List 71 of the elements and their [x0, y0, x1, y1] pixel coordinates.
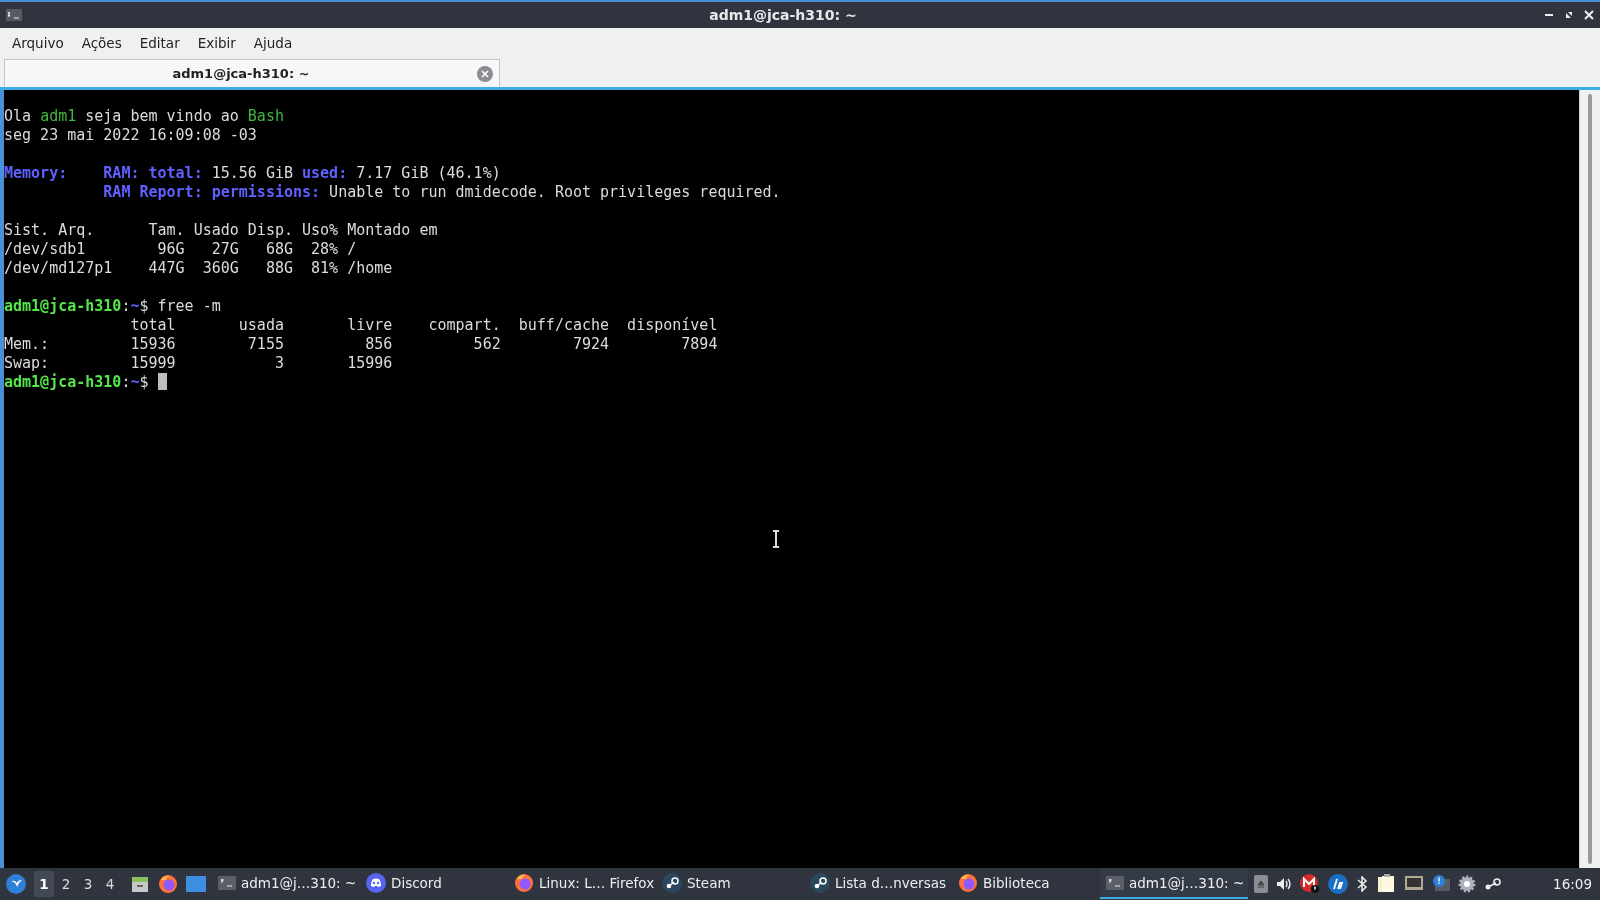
- terminal-text: Ola: [4, 107, 33, 125]
- gear-icon[interactable]: [1458, 875, 1476, 893]
- menu-item[interactable]: Exibir: [189, 31, 244, 54]
- firefox-icon[interactable]: [158, 874, 178, 894]
- terminal-text: adm1@jca-h310: [4, 373, 122, 391]
- taskbar-button[interactable]: Linux: L… Firefox: [508, 869, 656, 899]
- taskbar-button[interactable]: Biblioteca: [952, 869, 1100, 899]
- terminal-text: Swap: 15999 3 15996: [4, 354, 393, 372]
- taskbar-button[interactable]: Discord: [360, 869, 508, 899]
- terminal-text: $ free -m: [139, 297, 221, 315]
- terminal-text: 15.56 GiB: [210, 164, 294, 182]
- terminal-text: /dev/sdb1 96G 27G 68G 28% /: [4, 240, 357, 258]
- steam-icon: [662, 873, 682, 893]
- scrollbar[interactable]: [1579, 90, 1600, 868]
- terminal-icon: [6, 9, 22, 21]
- terminal-text: Mem.: 15936 7155 856 562 7924 7894: [4, 335, 718, 353]
- terminal-text: adm1: [40, 107, 77, 125]
- terminal-text: ~: [130, 373, 140, 391]
- workspace-button[interactable]: 2: [56, 871, 76, 897]
- terminal-text: $: [139, 373, 149, 391]
- terminal-text: /dev/md127p1 447G 360G 88G 81% /home: [4, 259, 393, 277]
- terminal-text: Memory:: [4, 164, 68, 182]
- terminal-text: RAM Report: permissions:: [102, 183, 321, 201]
- terminal-text: Bash: [247, 107, 284, 125]
- steam-icon: [810, 873, 830, 893]
- taskbar-button[interactable]: Steam: [656, 869, 804, 899]
- terminal-cursor: [157, 373, 167, 390]
- terminal-text: Sist. Arq. Tam. Usado Disp. Uso% Montado em: [4, 221, 438, 239]
- discord-icon: [366, 873, 386, 893]
- bluetooth-icon[interactable]: [1356, 876, 1368, 892]
- monitor-icon[interactable]: [1404, 875, 1424, 893]
- mail-notification-icon[interactable]: [1300, 874, 1320, 894]
- window-icon[interactable]: [186, 875, 206, 893]
- text-cursor-icon: [772, 530, 780, 548]
- volume-icon[interactable]: [1276, 876, 1292, 892]
- menu-item[interactable]: Ações: [73, 31, 130, 54]
- terminal-text: 7.17 GiB (46.1%): [355, 164, 501, 182]
- terminal-text: ~: [130, 297, 140, 315]
- tab[interactable]: adm1@jca-h310: ~: [4, 59, 500, 87]
- taskbar-button[interactable]: adm1@j…310: ~: [212, 869, 360, 899]
- terminal-text: used:: [302, 164, 348, 182]
- taskbar-button[interactable]: adm1@j…310: ~: [1100, 869, 1248, 899]
- workspace-button[interactable]: 1: [34, 871, 54, 897]
- terminal-icon: [1106, 876, 1124, 890]
- taskbar-button[interactable]: Lista d…nversas: [804, 869, 952, 899]
- terminal-text: Unable to run dmidecode. Root privileges required.: [328, 183, 781, 201]
- clock[interactable]: 16:09: [1553, 876, 1592, 892]
- link-icon[interactable]: [1484, 877, 1502, 891]
- menu-item[interactable]: Ajuda: [245, 31, 301, 54]
- start-menu-icon[interactable]: [6, 874, 26, 894]
- window-title: adm1@jca-h310: ~: [708, 7, 858, 23]
- terminal-text: :: [121, 373, 131, 391]
- firefox-icon: [514, 873, 534, 893]
- workspace-button[interactable]: 4: [100, 871, 120, 897]
- terminal-text: :: [121, 297, 131, 315]
- chat-alert-icon[interactable]: [1432, 875, 1450, 893]
- menu-item[interactable]: Arquivo: [4, 31, 72, 54]
- terminal-text: total usada livre compart. buff/cache disponível: [129, 316, 718, 334]
- terminal-text: RAM: total:: [102, 164, 203, 182]
- firefox-icon: [958, 873, 978, 893]
- drive-icon[interactable]: [1254, 875, 1268, 893]
- notes-icon[interactable]: [1376, 874, 1396, 894]
- terminal-text: seg 23 mai 2022 16:09:08 -03: [4, 126, 257, 144]
- terminal-icon: [218, 876, 236, 890]
- terminal-text: adm1@jca-h310: [4, 297, 122, 315]
- close-icon[interactable]: [1584, 10, 1594, 20]
- maximize-icon[interactable]: [1564, 10, 1574, 20]
- file-cabinet-icon[interactable]: [130, 874, 150, 894]
- workspace-button[interactable]: 3: [78, 871, 98, 897]
- menu-item[interactable]: Editar: [131, 31, 188, 54]
- terminal-text: seja bem vindo ao: [84, 107, 240, 125]
